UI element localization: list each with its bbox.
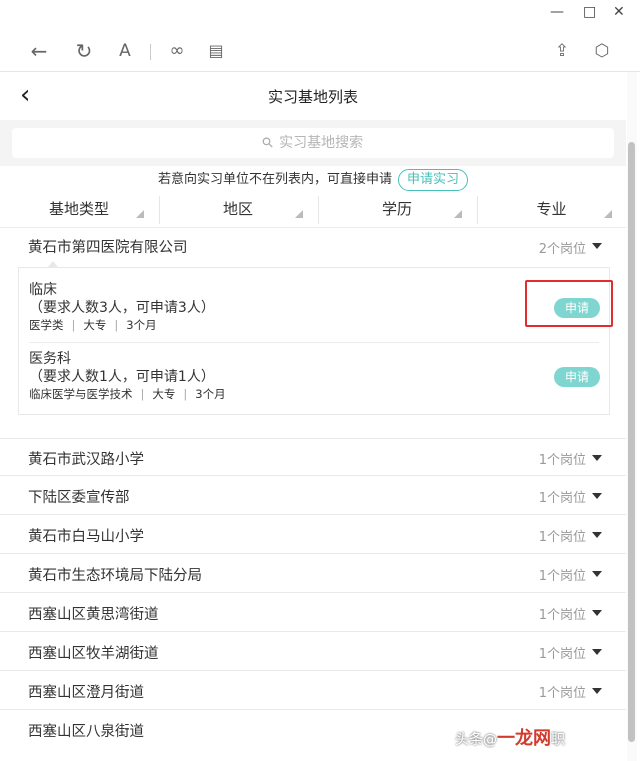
page-header: ‹ 实习基地列表 — [0, 72, 626, 120]
position-meta: 医学类 | 大专 | 3个月 — [29, 318, 157, 332]
base-name: 黄石市第四医院有限公司 — [28, 240, 188, 256]
window-icon[interactable]: ▤ — [205, 40, 227, 62]
base-name: 黄石市生态环境局下陆分局 — [28, 568, 202, 584]
list-item-expanded[interactable]: 黄石市第四医院有限公司 2个岗位 — [0, 228, 626, 262]
base-name: 黄石市白马山小学 — [28, 529, 144, 545]
base-name: 西塞山区澄月街道 — [28, 685, 144, 701]
notice-text: 若意向实习单位不在列表内，可直接申请 — [157, 172, 392, 187]
base-name: 下陆区委宣传部 — [28, 490, 130, 506]
caret-down-icon — [592, 493, 602, 499]
caret-down-icon — [592, 455, 602, 461]
caret-down-icon — [592, 610, 602, 616]
watermark: 头条@一龙网职 — [455, 724, 565, 750]
share-icon[interactable]: ⇪ — [551, 40, 573, 62]
position-major: 临床医学与医学技术 — [29, 387, 133, 401]
search-icon: ⚲ — [258, 133, 278, 153]
minimize-button[interactable]: — — [550, 4, 564, 20]
base-name: 西塞山区黄思湾街道 — [28, 607, 159, 623]
refresh-icon[interactable]: ↻ — [73, 40, 95, 62]
search-area: ⚲ 实习基地搜索 — [0, 120, 626, 166]
position-requirement: （要求人数1人，可申请1人） — [29, 369, 215, 385]
filter-degree[interactable]: 学历 — [318, 192, 476, 226]
position-count: 1个岗位 — [538, 686, 586, 701]
list-item[interactable]: 西塞山区牧羊湖街道 1个岗位 — [0, 633, 626, 671]
dropdown-corner-icon — [454, 210, 462, 218]
position-count: 1个岗位 — [538, 608, 586, 623]
caret-down-icon — [592, 243, 602, 249]
watermark-prefix: 头条@ — [455, 732, 497, 748]
watermark-brand: 一龙网 — [497, 728, 551, 749]
position-count: 2个岗位 — [538, 242, 586, 257]
dropdown-corner-icon — [136, 210, 144, 218]
filter-label: 地区 — [222, 200, 253, 218]
position-name: 临床 — [29, 282, 57, 298]
position-count: 1个岗位 — [538, 569, 586, 584]
base-name: 西塞山区牧羊湖街道 — [28, 646, 159, 662]
position-degree: 大专 — [83, 318, 107, 332]
filter-major[interactable]: 专业 — [477, 192, 626, 226]
search-placeholder: 实习基地搜索 — [279, 135, 364, 151]
filter-label: 学历 — [381, 200, 412, 218]
window-titlebar: — □ ✕ — [0, 0, 640, 30]
list-item[interactable]: 下陆区委宣传部 1个岗位 — [0, 477, 626, 515]
font-size-icon[interactable]: A — [114, 40, 136, 62]
caret-down-icon — [592, 532, 602, 538]
link-icon[interactable]: ∞ — [166, 40, 188, 62]
filter-base-type[interactable]: 基地类型 — [0, 192, 158, 226]
close-button[interactable]: ✕ — [613, 4, 625, 20]
base-name: 西塞山区八泉街道 — [28, 724, 144, 740]
filter-bar: 基地类型 地区 学历 专业 — [0, 192, 626, 228]
position-count: 1个岗位 — [538, 453, 586, 468]
caret-down-icon — [592, 688, 602, 694]
positions-panel: 临床 （要求人数3人，可申请3人） 医学类 | 大专 | 3个月 医务科 （要求人数1人… — [18, 267, 610, 415]
filter-label: 专业 — [536, 200, 567, 218]
position-count: 1个岗位 — [538, 530, 586, 545]
filter-label: 基地类型 — [48, 200, 109, 218]
apply-internship-button[interactable]: 申请实习 — [398, 169, 469, 191]
toolbar-divider — [150, 44, 151, 60]
notice-bar: 若意向实习单位不在列表内，可直接申请 申请实习 — [0, 168, 626, 192]
caret-down-icon — [592, 649, 602, 655]
position-duration: 3个月 — [126, 318, 157, 332]
maximize-button[interactable]: □ — [583, 4, 596, 20]
position-duration: 3个月 — [195, 387, 226, 401]
scrollbar-thumb[interactable] — [628, 142, 635, 742]
list-item[interactable]: 黄石市生态环境局下陆分局 1个岗位 — [0, 555, 626, 593]
caret-down-icon — [592, 571, 602, 577]
position-name: 医务科 — [29, 351, 71, 367]
position-meta: 临床医学与医学技术 | 大专 | 3个月 — [29, 387, 226, 401]
scrollbar[interactable] — [627, 72, 637, 761]
divider — [29, 342, 599, 343]
back-arrow-icon[interactable]: ← — [28, 40, 50, 62]
search-input[interactable]: ⚲ 实习基地搜索 — [12, 128, 614, 158]
watermark-suffix: 职 — [551, 732, 565, 748]
position-count: 1个岗位 — [538, 647, 586, 662]
cube-icon[interactable]: ⬡ — [591, 40, 613, 62]
list-item[interactable]: 西塞山区黄思湾街道 1个岗位 — [0, 594, 626, 632]
position-item: 医务科 （要求人数1人，可申请1人） 临床医学与医学技术 | 大专 | 3个月 — [29, 350, 599, 402]
apply-button[interactable]: 申请 — [554, 367, 600, 387]
position-major: 医学类 — [29, 318, 64, 332]
position-requirement: （要求人数3人，可申请3人） — [29, 300, 215, 316]
dropdown-corner-icon — [295, 210, 303, 218]
position-item: 临床 （要求人数3人，可申请3人） 医学类 | 大专 | 3个月 — [29, 281, 599, 333]
filter-region[interactable]: 地区 — [159, 192, 317, 226]
list-item[interactable]: 黄石市白马山小学 1个岗位 — [0, 516, 626, 554]
browser-toolbar: ← ↻ A ∞ ▤ ⇪ ⬡ — [0, 30, 640, 72]
position-degree: 大专 — [152, 387, 176, 401]
page-title: 实习基地列表 — [267, 88, 358, 106]
base-name: 黄石市武汉路小学 — [28, 452, 144, 468]
highlight-box — [525, 280, 613, 327]
dropdown-corner-icon — [604, 210, 612, 218]
list-item[interactable]: 黄石市武汉路小学 1个岗位 — [0, 438, 626, 476]
list-item[interactable]: 西塞山区澄月街道 1个岗位 — [0, 672, 626, 710]
position-count: 1个岗位 — [538, 491, 586, 506]
